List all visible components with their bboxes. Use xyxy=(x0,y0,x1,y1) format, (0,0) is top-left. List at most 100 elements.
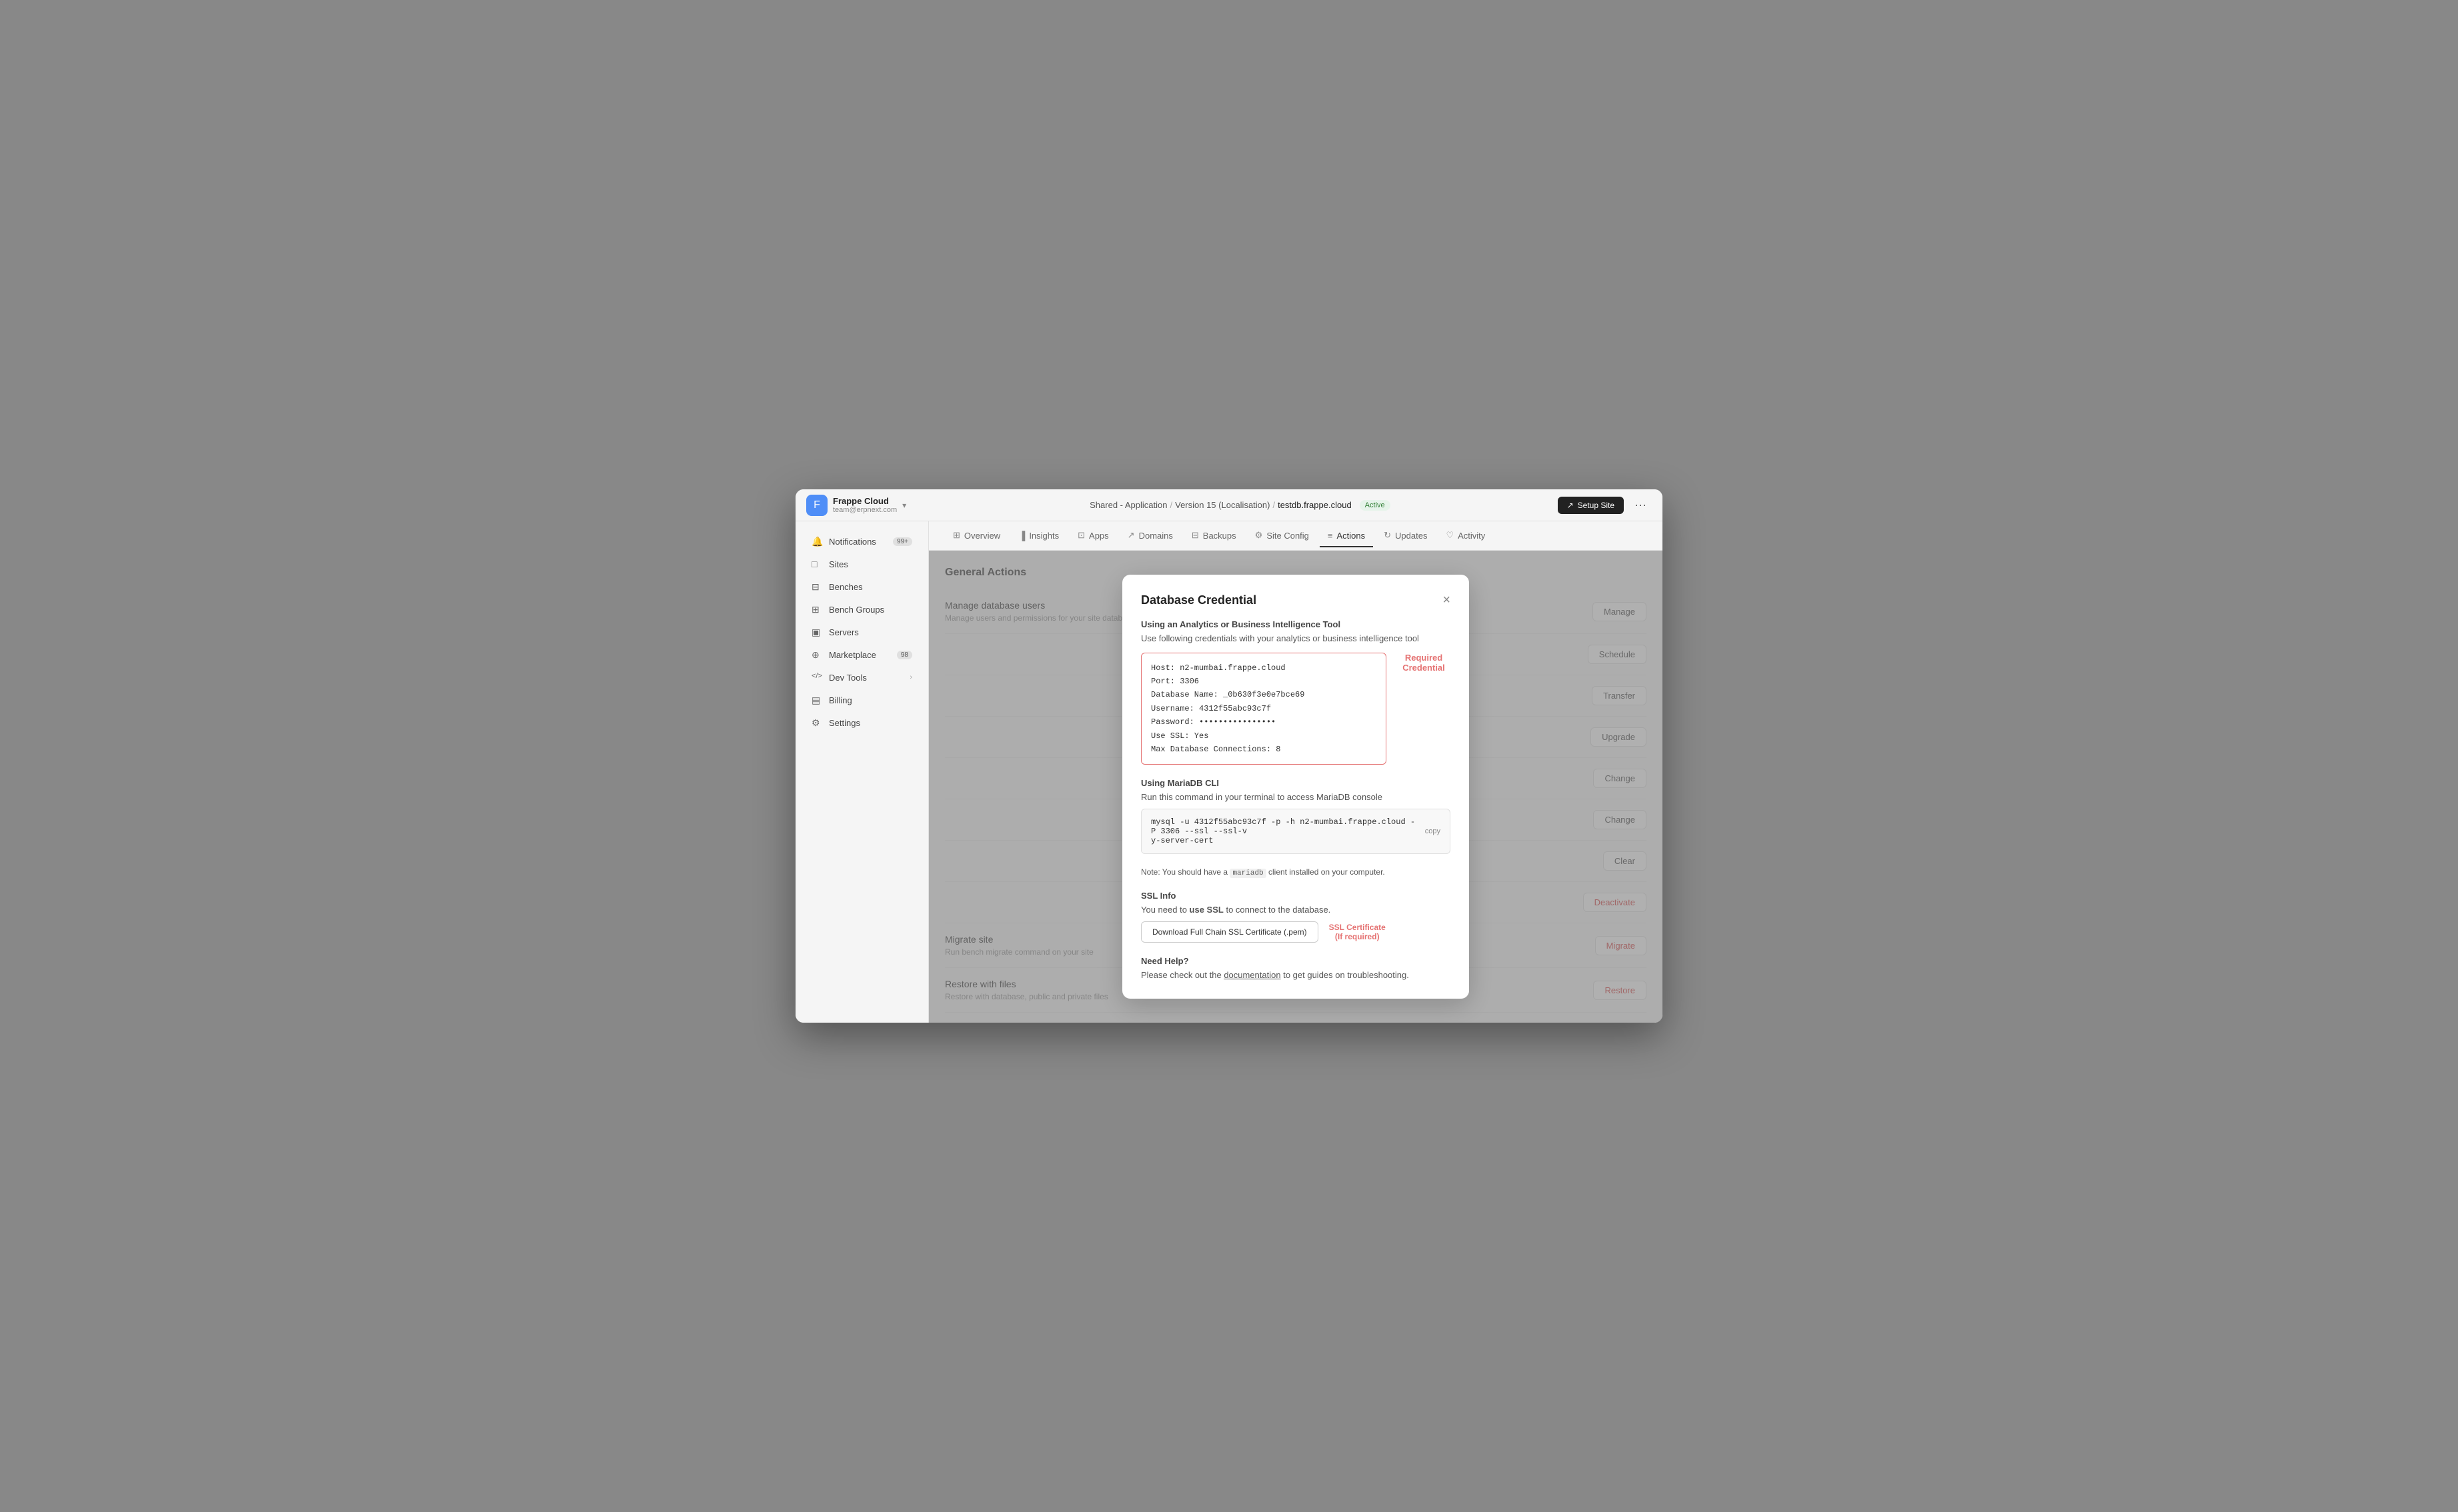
updates-icon: ↻ xyxy=(1384,530,1391,541)
tab-insights[interactable]: ▐ Insights xyxy=(1011,525,1067,547)
actions-icon: ≡ xyxy=(1328,531,1333,541)
cred-max-connections: Max Database Connections: 8 xyxy=(1151,743,1376,756)
sidebar-item-billing-label: Billing xyxy=(829,695,852,705)
app-logo: F xyxy=(806,495,828,516)
sidebar-item-sites-label: Sites xyxy=(829,559,848,569)
titlebar: F Frappe Cloud team@erpnext.com ▾ Shared… xyxy=(796,489,1662,521)
analytics-subtitle: Using an Analytics or Business Intellige… xyxy=(1141,619,1450,629)
cli-command-box: mysql -u 4312f55abc93c7f -p -h n2-mumbai… xyxy=(1141,809,1450,854)
tab-activity[interactable]: ♡ Activity xyxy=(1438,525,1493,547)
dev-tools-chevron-icon: › xyxy=(910,673,912,681)
modal-overlay[interactable]: Database Credential × Using an Analytics… xyxy=(929,551,1662,1023)
modal-header: Database Credential × xyxy=(1141,593,1450,607)
servers-icon: ▣ xyxy=(812,627,822,637)
help-desc: Please check out the documentation to ge… xyxy=(1141,970,1450,980)
cred-host: Host: n2-mumbai.frappe.cloud xyxy=(1151,661,1376,675)
site-config-icon: ⚙ xyxy=(1255,530,1263,541)
documentation-link[interactable]: documentation xyxy=(1224,970,1280,980)
tab-site-config-label: Site Config xyxy=(1266,531,1309,541)
tab-apps-label: Apps xyxy=(1089,531,1109,541)
brand-email: team@erpnext.com xyxy=(833,506,897,514)
tab-overview-label: Overview xyxy=(964,531,1000,541)
content-area: ⊞ Overview ▐ Insights ⊡ Apps ↗ Domains ⊟ xyxy=(929,521,1662,1023)
tab-updates-label: Updates xyxy=(1395,531,1427,541)
ssl-title: SSL Info xyxy=(1141,891,1450,901)
setup-site-button[interactable]: ↗ Setup Site xyxy=(1558,497,1624,514)
help-title: Need Help? xyxy=(1141,956,1450,966)
sidebar-item-marketplace-label: Marketplace xyxy=(829,650,876,660)
more-button[interactable]: ··· xyxy=(1629,495,1652,515)
titlebar-actions: ↗ Setup Site ··· xyxy=(1558,495,1652,515)
bell-icon: 🔔 xyxy=(812,536,822,547)
status-badge: Active xyxy=(1360,500,1390,511)
ssl-desc: You need to use SSL to connect to the da… xyxy=(1141,905,1450,915)
notifications-badge: 99+ xyxy=(893,537,912,546)
cred-db-name: Database Name: _0b630f3e0e7bce69 xyxy=(1151,688,1376,701)
cli-desc: Run this command in your terminal to acc… xyxy=(1141,792,1450,802)
cred-use-ssl: Use SSL: Yes xyxy=(1151,729,1376,743)
external-link-icon: ↗ xyxy=(1567,501,1574,510)
ssl-label: SSL Certificate (If required) xyxy=(1329,923,1386,941)
ssl-section: SSL Info You need to use SSL to connect … xyxy=(1141,891,1450,943)
tab-actions[interactable]: ≡ Actions xyxy=(1320,525,1373,547)
sidebar-item-marketplace[interactable]: ⊕ Marketplace 98 xyxy=(801,644,923,665)
setup-site-label: Setup Site xyxy=(1578,501,1614,510)
logo-letter: F xyxy=(814,499,820,511)
sidebar-item-servers[interactable]: ▣ Servers xyxy=(801,621,923,643)
cred-port: Port: 3306 xyxy=(1151,675,1376,688)
credentials-box: Host: n2-mumbai.frappe.cloud Port: 3306 … xyxy=(1141,653,1386,765)
marketplace-badge: 98 xyxy=(897,651,912,659)
tab-apps[interactable]: ⊡ Apps xyxy=(1070,525,1117,547)
breadcrumb-sep2: / xyxy=(1272,500,1275,510)
tab-updates[interactable]: ↻ Updates xyxy=(1376,525,1435,547)
tabs: ⊞ Overview ▐ Insights ⊡ Apps ↗ Domains ⊟ xyxy=(929,521,1662,551)
ssl-download-button[interactable]: Download Full Chain SSL Certificate (.pe… xyxy=(1141,921,1318,943)
apps-icon: ⊡ xyxy=(1078,530,1085,541)
credentials-container: Host: n2-mumbai.frappe.cloud Port: 3306 … xyxy=(1141,653,1450,765)
breadcrumb-sep1: / xyxy=(1170,500,1172,510)
sidebar-item-notifications-label: Notifications xyxy=(829,537,876,547)
domains-icon: ↗ xyxy=(1128,530,1135,541)
billing-icon: ▤ xyxy=(812,695,822,705)
tab-site-config[interactable]: ⚙ Site Config xyxy=(1247,525,1317,547)
bench-groups-icon: ⊞ xyxy=(812,604,822,615)
breadcrumb-site[interactable]: testdb.frappe.cloud xyxy=(1278,500,1352,510)
cli-section: Using MariaDB CLI Run this command in yo… xyxy=(1141,778,1450,854)
tab-overview[interactable]: ⊞ Overview xyxy=(945,525,1008,547)
sidebar-item-bench-groups[interactable]: ⊞ Bench Groups xyxy=(801,599,923,620)
sidebar-item-bench-groups-label: Bench Groups xyxy=(829,605,884,615)
marketplace-icon: ⊕ xyxy=(812,649,822,660)
sidebar-item-dev-tools[interactable]: </> Dev Tools › xyxy=(801,667,923,688)
settings-icon: ⚙ xyxy=(812,717,822,728)
modal-close-button[interactable]: × xyxy=(1442,593,1450,607)
tab-insights-label: Insights xyxy=(1029,531,1059,541)
sidebar-item-benches[interactable]: ⊟ Benches xyxy=(801,576,923,597)
sites-icon: □ xyxy=(812,559,822,569)
sidebar-item-sites[interactable]: □ Sites xyxy=(801,553,923,575)
note-text: Note: You should have a mariadb client i… xyxy=(1141,867,1450,877)
cred-password: Password: •••••••••••••••• xyxy=(1151,715,1376,729)
tab-backups[interactable]: ⊟ Backups xyxy=(1184,525,1244,547)
breadcrumb-part2[interactable]: Version 15 (Localisation) xyxy=(1175,500,1270,510)
sidebar: 🔔 Notifications 99+ □ Sites ⊟ Benches ⊞ … xyxy=(796,521,929,1023)
breadcrumb-part1[interactable]: Shared - Application xyxy=(1090,500,1167,510)
backups-icon: ⊟ xyxy=(1192,530,1199,541)
tab-domains[interactable]: ↗ Domains xyxy=(1120,525,1181,547)
sidebar-item-billing[interactable]: ▤ Billing xyxy=(801,689,923,711)
ssl-container: Download Full Chain SSL Certificate (.pe… xyxy=(1141,921,1450,943)
analytics-desc: Use following credentials with your anal… xyxy=(1141,633,1450,643)
copy-button[interactable]: copy xyxy=(1425,827,1440,835)
cred-username: Username: 4312f55abc93c7f xyxy=(1151,702,1376,715)
sidebar-item-settings-label: Settings xyxy=(829,718,860,728)
breadcrumb: Shared - Application / Version 15 (Local… xyxy=(1090,500,1390,511)
activity-icon: ♡ xyxy=(1446,530,1454,541)
sidebar-item-dev-tools-label: Dev Tools xyxy=(829,673,867,683)
brand-name: Frappe Cloud xyxy=(833,496,897,506)
sidebar-item-settings[interactable]: ⚙ Settings xyxy=(801,712,923,733)
tab-backups-label: Backups xyxy=(1203,531,1236,541)
database-credential-modal: Database Credential × Using an Analytics… xyxy=(1122,575,1469,999)
sidebar-item-notifications[interactable]: 🔔 Notifications 99+ xyxy=(801,531,923,552)
required-label-line2: Credential xyxy=(1402,663,1445,673)
brand-chevron-icon[interactable]: ▾ xyxy=(902,501,906,510)
overview-icon: ⊞ xyxy=(953,530,960,541)
